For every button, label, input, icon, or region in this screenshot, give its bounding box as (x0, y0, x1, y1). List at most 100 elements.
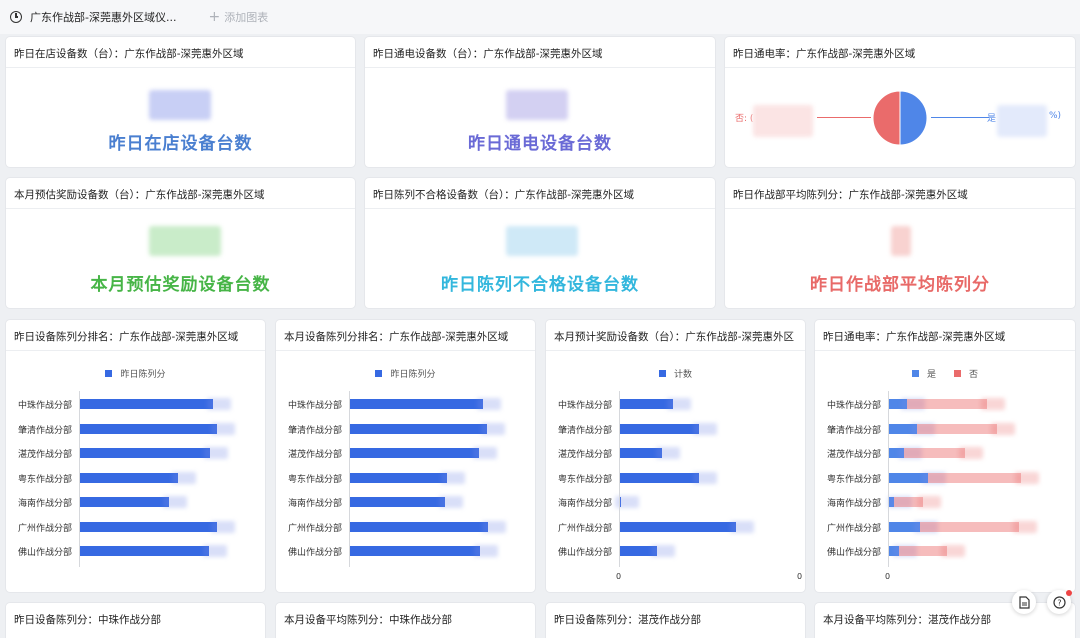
metric-label: 昨日陈列不合格设备台数 (441, 275, 639, 295)
pie-leader-yes (931, 117, 989, 118)
bar-mark[interactable] (619, 521, 736, 532)
blurred-data-label (204, 447, 229, 459)
metric-label: 昨日作战部平均陈列分 (810, 275, 990, 295)
bar-mark[interactable] (349, 448, 479, 458)
legend-item[interactable]: 否 (954, 367, 978, 380)
chart-legend: 是否 (815, 367, 1075, 380)
card-title: 昨日通电率：广东作战部-深莞惠外区域 (823, 331, 1006, 343)
y-axis-line (619, 391, 620, 567)
add-chart-button[interactable]: + 添加图表 (208, 9, 268, 25)
legend-label: 昨日陈列分 (390, 370, 436, 380)
metric-label: 昨日通电设备台数 (468, 134, 612, 154)
category-label: 肇清作战分部 (288, 425, 343, 436)
pie-slice-yes[interactable] (899, 90, 928, 146)
card-title: 本月设备陈列分排名：广东作战部-深莞惠外区域 (284, 331, 509, 343)
legend-item[interactable]: 昨日陈列分 (105, 367, 166, 380)
bar-mark[interactable] (79, 423, 217, 434)
card-title: 昨日设备陈列分：湛茂作战分部 (554, 614, 701, 626)
bar-mark[interactable] (907, 399, 988, 409)
category-label: 广州作战分部 (558, 523, 613, 534)
y-axis-line (888, 391, 889, 567)
blurred-data-label (651, 545, 676, 557)
pie-chart (872, 90, 928, 146)
category-label: 粤东作战分部 (558, 474, 613, 485)
category-label: 海南作战分部 (558, 499, 613, 509)
bar-mark[interactable] (904, 448, 965, 458)
x-tick-label: 0 (885, 572, 891, 581)
category-label: 海南作战分部 (827, 499, 882, 509)
kpi-card-unqualified[interactable]: 昨日陈列不合格设备数（台）：广东作战部-深莞惠外区域 昨日陈列不合格设备台数 (365, 178, 715, 308)
blurred-data-label (693, 471, 717, 484)
legend-swatch (911, 370, 919, 377)
legend-swatch (658, 370, 666, 377)
card-title: 昨日在店设备数（台）：广东作战部-深莞惠外区域 (14, 48, 244, 60)
bottom-card-zhanmao-month[interactable]: 本月设备平均陈列分：湛茂作战分部 (815, 603, 1075, 638)
blurred-data-label (202, 545, 227, 557)
bar-mark[interactable] (619, 399, 674, 409)
kpi-card-avg-score[interactable]: 昨日作战部平均陈列分：广东作战部-深莞惠外区域 昨日作战部平均陈列分 (725, 178, 1075, 308)
legend-label: 是 (926, 370, 936, 380)
help-icon: ? (1052, 595, 1066, 609)
category-label: 湛茂作战分部 (288, 450, 343, 460)
blurred-value (753, 105, 813, 137)
category-label: 佛山作战分部 (288, 548, 343, 558)
kpi-card-in-store[interactable]: 昨日在店设备数（台）：广东作战部-深莞惠外区域 昨日在店设备台数 (6, 37, 355, 167)
dashboard-tab[interactable]: 广东作战部-深莞惠外区域仪... (0, 0, 187, 34)
bar-mark[interactable] (349, 497, 445, 507)
bar-mark[interactable] (899, 546, 948, 556)
legend-item[interactable]: 是 (911, 367, 936, 380)
kpi-card-powered[interactable]: 昨日通电设备数（台）：广东作战部-深莞惠外区域 昨日通电设备台数 (365, 37, 715, 167)
category-label: 湛茂作战分部 (558, 450, 613, 460)
bar-mark[interactable] (79, 472, 179, 483)
plus-icon: + (208, 9, 221, 25)
blurred-data-label (439, 496, 463, 508)
bar-mark[interactable] (79, 546, 209, 556)
bar-mark[interactable] (79, 497, 169, 507)
bar-card-power-rate[interactable]: 昨日通电率：广东作战部-深莞惠外区域 是否 中珠作战分部 肇清作战分部 湛茂作战分部… (815, 320, 1075, 592)
blurred-value (997, 105, 1047, 137)
legend-label: 计数 (673, 370, 692, 380)
category-label: 粤东作战分部 (288, 474, 343, 485)
bar-mark[interactable] (349, 521, 489, 532)
card-title: 昨日设备陈列分排名：广东作战部-深莞惠外区域 (14, 331, 239, 343)
kpi-card-reward[interactable]: 本月预估奖励设备数（台）：广东作战部-深莞惠外区域 本月预估奖励设备台数 (6, 178, 355, 308)
bar-mark[interactable] (349, 546, 481, 556)
category-label: 湛茂作战分部 (18, 450, 73, 460)
pie-label-no: 否: ( (735, 114, 754, 124)
blurred-data-label (667, 398, 692, 410)
bar-mark[interactable] (619, 472, 699, 483)
blurred-data-label (480, 422, 505, 435)
bar-mark[interactable] (349, 399, 484, 409)
bar-mark[interactable] (79, 399, 214, 409)
category-label: 粤东作战分部 (18, 474, 73, 485)
bottom-card-zhanmao-yesterday[interactable]: 昨日设备陈列分：湛茂作战分部 (546, 603, 805, 638)
blurred-data-label (162, 496, 187, 508)
legend-swatch (105, 370, 113, 377)
blurred-data-label (477, 398, 502, 410)
notification-dot (1066, 590, 1072, 596)
blurred-data-label (917, 496, 942, 508)
document-button[interactable] (1012, 590, 1036, 614)
chart-legend: 计数 (546, 367, 805, 380)
bar-mark[interactable] (79, 448, 211, 458)
legend-swatch (375, 370, 383, 377)
bar-card-reward-count[interactable]: 本月预计奖励设备数（台）：广东作战部-深莞惠外区 计数 中珠作战分部 肇清作战分部… (546, 320, 805, 592)
bar-mark[interactable] (928, 472, 1021, 483)
bar-mark[interactable] (349, 423, 487, 434)
blurred-data-label (981, 398, 1006, 410)
bar-card-yesterday-score[interactable]: 昨日设备陈列分排名：广东作战部-深莞惠外区域 昨日陈列分 中珠作战分部 肇清作战分… (6, 320, 265, 592)
legend-label: 否 (969, 370, 979, 380)
bar-mark[interactable] (619, 423, 699, 434)
bottom-card-zhongzhu-yesterday[interactable]: 昨日设备陈列分：中珠作战分部 (6, 603, 265, 638)
blurred-data-label (729, 520, 754, 533)
pie-card-power-rate[interactable]: 昨日通电率：广东作战部-深莞惠外区域 否: ( 是 %) (725, 37, 1075, 167)
bar-mark[interactable] (349, 472, 447, 483)
bar-card-month-score[interactable]: 本月设备陈列分排名：广东作战部-深莞惠外区域 昨日陈列分 中珠作战分部 肇清作战分… (276, 320, 535, 592)
legend-item[interactable]: 计数 (658, 367, 692, 380)
pie-slice-no[interactable] (872, 90, 901, 146)
bottom-card-zhongzhu-month[interactable]: 本月设备平均陈列分：中珠作战分部 (276, 603, 535, 638)
bar-mark[interactable] (916, 423, 997, 434)
bar-mark[interactable] (920, 521, 1020, 532)
bar-mark[interactable] (79, 521, 217, 532)
legend-item[interactable]: 昨日陈列分 (375, 367, 436, 380)
